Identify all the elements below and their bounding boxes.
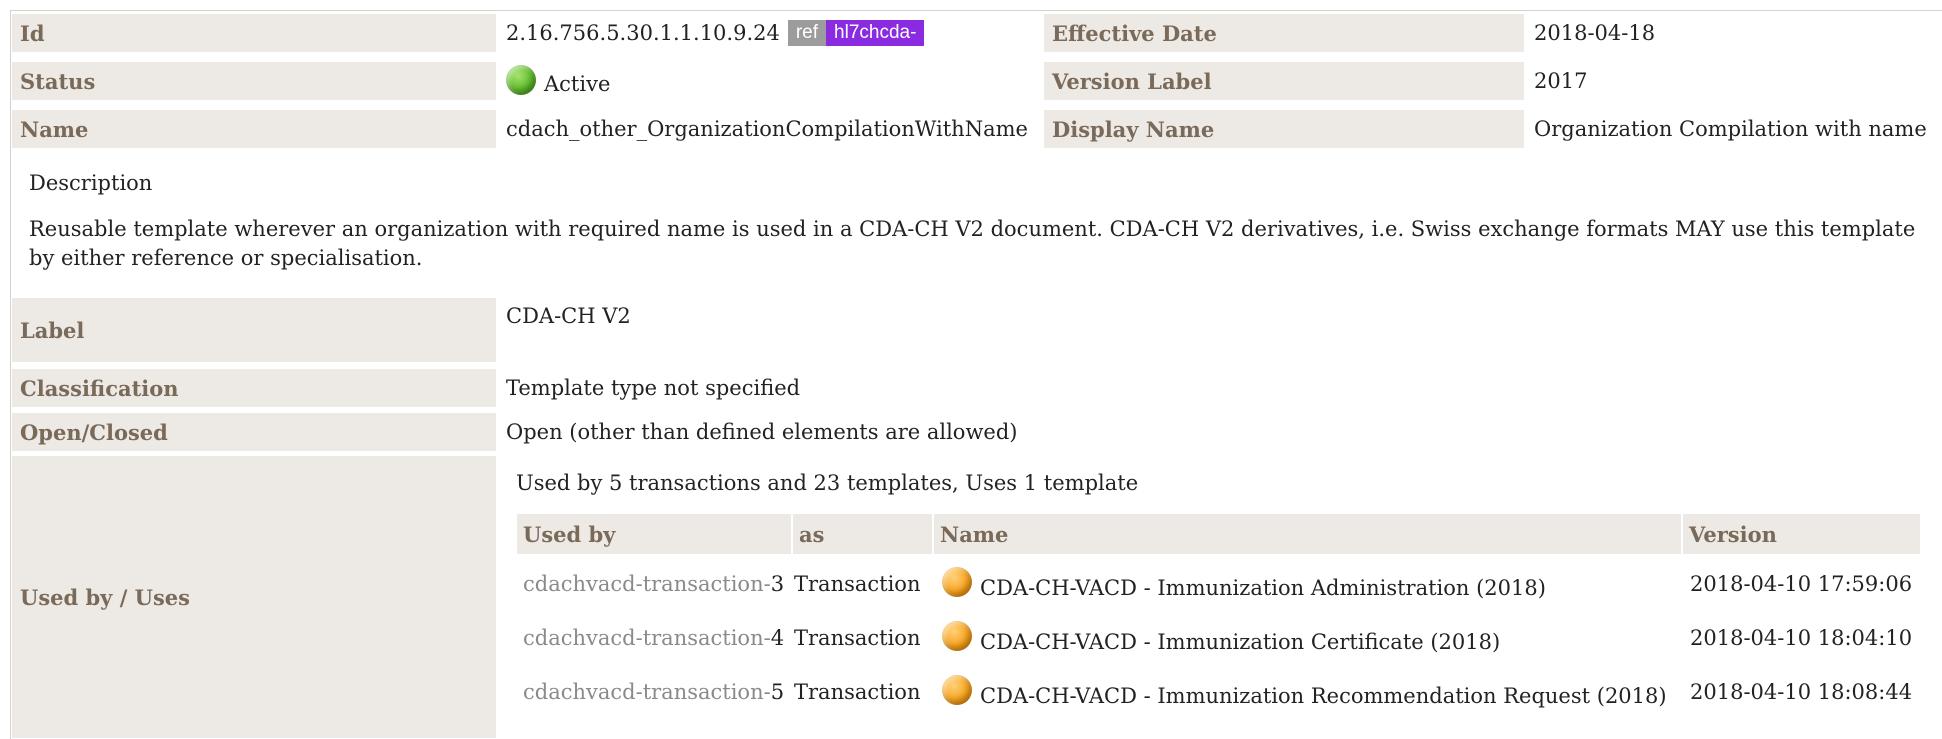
used-by-number[interactable]: 3 [771,572,784,596]
id-label: Id [12,14,496,52]
table-row-used-by[interactable]: cdachvacd-transaction- 5 [523,674,784,710]
col-header-used-by[interactable]: Used by [517,514,791,554]
col-header-version[interactable]: Version [1683,514,1920,554]
col-header-as[interactable]: as [793,514,932,554]
col-header-name[interactable]: Name [934,514,1681,554]
active-status-icon [506,65,536,95]
version-label-label: Version Label [1044,62,1524,100]
table-row-as: Transaction [794,626,921,650]
table-row-as: Transaction [794,572,921,596]
table-row-version: 2018-04-10 18:08:44 [1690,680,1913,704]
used-by-link[interactable]: cdachvacd-transaction- [523,626,771,650]
display-name-value: Organization Compilation with name [1534,117,1927,141]
name-label: Name [12,110,496,148]
id-value-group: 2.16.756.5.30.1.1.10.9.24 ref hl7chcda- [506,14,925,52]
id-value[interactable]: 2.16.756.5.30.1.1.10.9.24 [506,21,780,45]
table-row-name[interactable]: CDA-CH-VACD - Immunization Administratio… [942,566,1546,610]
status-value-group: Active [506,62,610,106]
used-by-link[interactable]: cdachvacd-transaction- [523,680,771,704]
transaction-name[interactable]: CDA-CH-VACD - Immunization Certificate (… [980,630,1500,654]
table-row-used-by[interactable]: cdachvacd-transaction- 3 [523,566,784,602]
table-row-version: 2018-04-10 18:04:10 [1690,626,1913,650]
classification-value: Template type not specified [506,376,801,400]
transaction-name[interactable]: CDA-CH-VACD - Immunization Administratio… [980,576,1546,600]
effective-date-label: Effective Date [1044,14,1524,52]
label-label: Label [12,298,496,362]
prefix-badge: hl7chcda- [826,20,925,46]
display-name-label: Display Name [1044,110,1524,148]
table-row-version: 2018-04-10 17:59:06 [1690,572,1913,596]
pending-status-icon [942,675,972,705]
table-row-as: Transaction [794,680,921,704]
status-value: Active [544,72,611,96]
used-by-label: Used by / Uses [12,456,496,738]
open-closed-label: Open/Closed [12,413,496,451]
usage-summary: Used by 5 transactions and 23 templates,… [516,471,1139,495]
status-label: Status [12,62,496,100]
ref-badge: ref [787,20,827,46]
description-heading: Description [29,171,153,195]
classification-label: Classification [12,369,496,407]
table-row-name[interactable]: CDA-CH-VACD - Immunization Certificate (… [942,620,1500,664]
pending-status-icon [942,621,972,651]
open-closed-value: Open (other than defined elements are al… [506,420,1018,444]
label-value: CDA-CH V2 [506,304,631,328]
version-label-value: 2017 [1534,69,1588,93]
transaction-name[interactable]: CDA-CH-VACD - Immunization Recommendatio… [980,684,1667,708]
used-by-number[interactable]: 5 [771,680,784,704]
description-text: Reusable template wherever an organizati… [29,217,1916,270]
table-row-used-by[interactable]: cdachvacd-transaction- 4 [523,620,784,656]
pending-status-icon [942,567,972,597]
used-by-link[interactable]: cdachvacd-transaction- [523,572,771,596]
table-row-name[interactable]: CDA-CH-VACD - Immunization Recommendatio… [942,674,1667,718]
used-by-number[interactable]: 4 [771,626,784,650]
effective-date-value: 2018-04-18 [1534,21,1656,45]
name-value: cdach_other_OrganizationCompilationWithN… [506,117,1028,141]
